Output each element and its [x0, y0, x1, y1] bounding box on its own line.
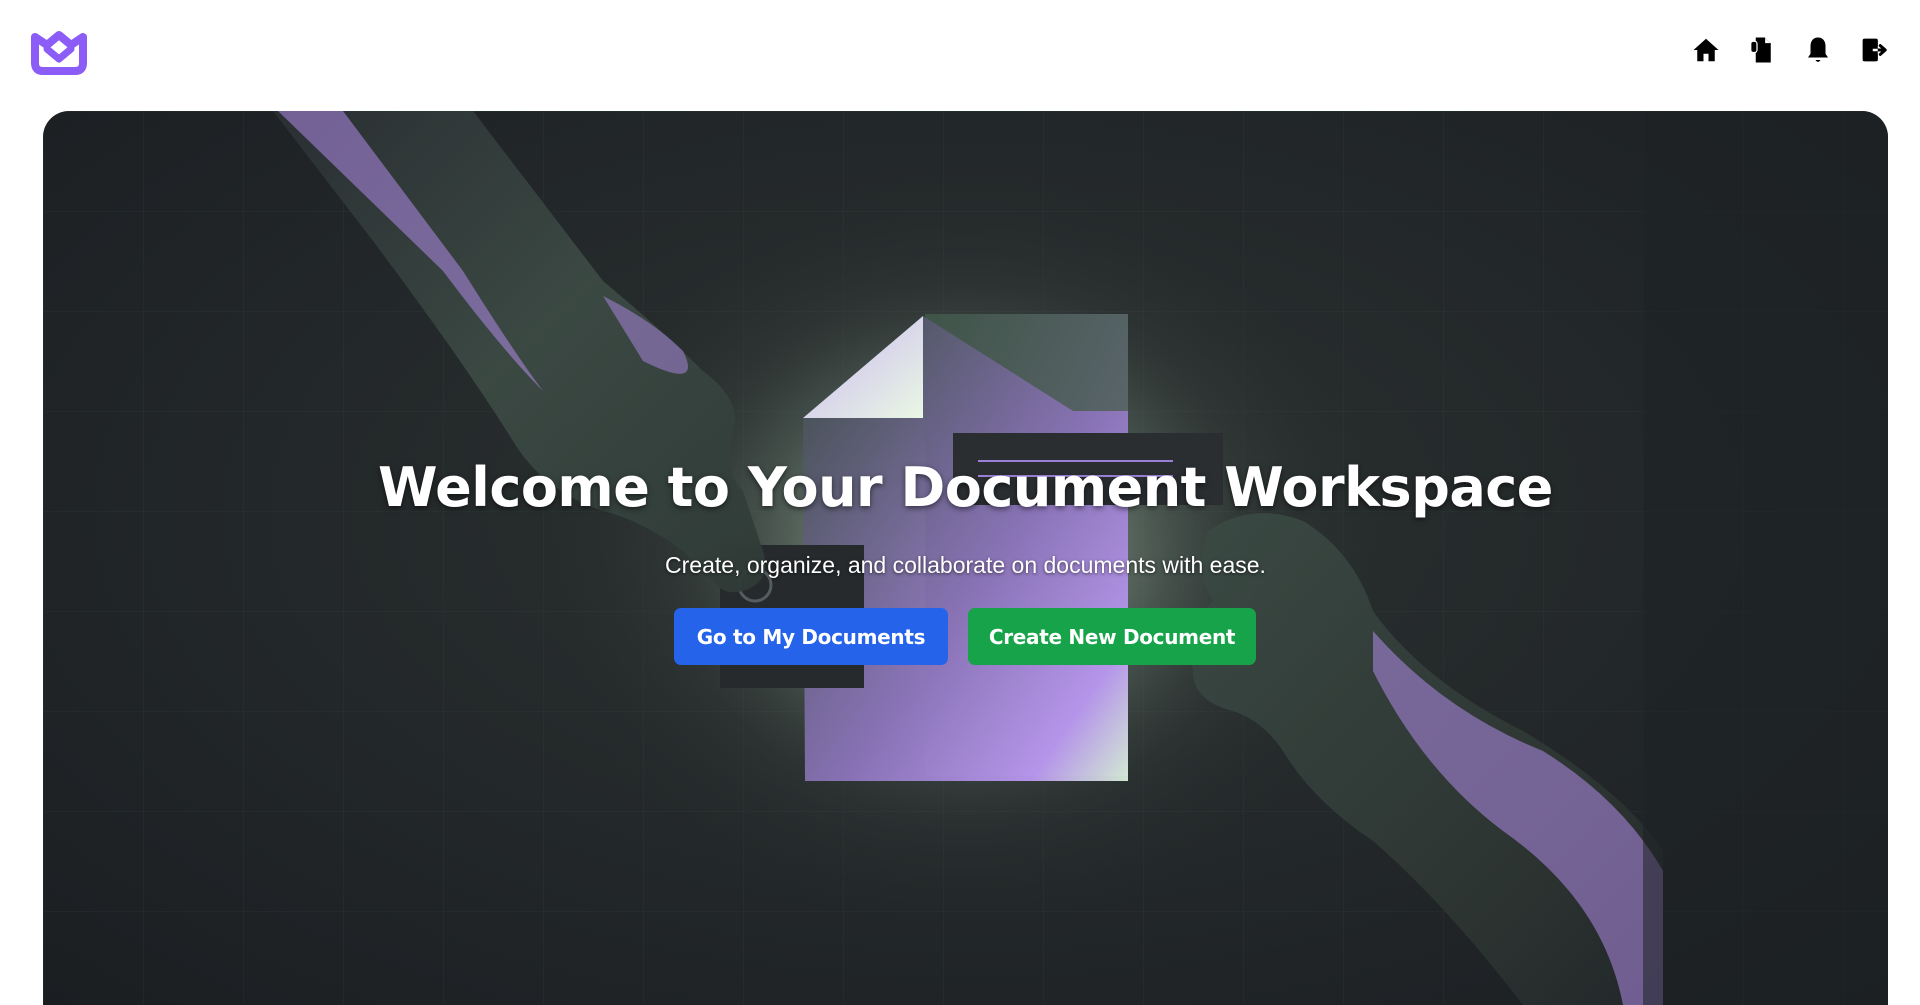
book-logo-icon[interactable] — [29, 27, 89, 79]
hero-banner: Welcome to Your Document Workspace Creat… — [43, 111, 1888, 1005]
bell-icon[interactable] — [1802, 34, 1834, 66]
home-icon[interactable] — [1690, 34, 1722, 66]
go-to-my-documents-button[interactable]: Go to My Documents — [674, 608, 948, 665]
hero-subtitle: Create, organize, and collaborate on doc… — [665, 552, 1266, 578]
logout-icon[interactable] — [1858, 34, 1890, 66]
create-new-document-button[interactable]: Create New Document — [968, 608, 1256, 665]
hero-title: Welcome to Your Document Workspace — [378, 456, 1553, 519]
header-nav — [1690, 34, 1890, 66]
documents-icon[interactable] — [1746, 34, 1778, 66]
top-navigation-bar — [0, 0, 1920, 110]
